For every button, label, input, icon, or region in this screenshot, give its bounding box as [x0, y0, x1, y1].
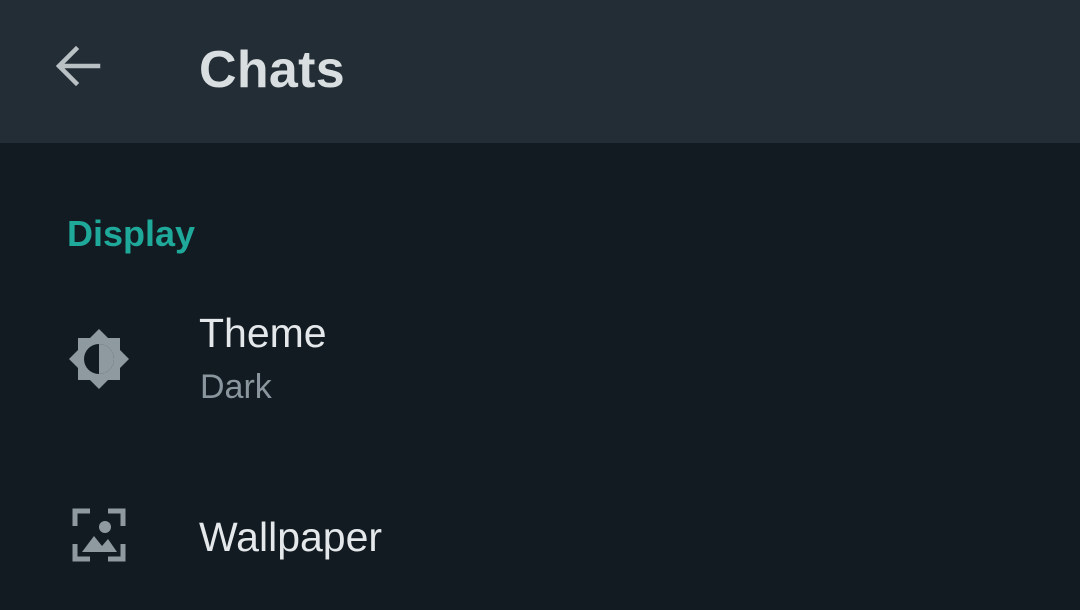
setting-item-theme[interactable]: Theme Dark — [0, 290, 1080, 440]
arrow-left-icon — [55, 45, 101, 87]
chat-settings-screen: Chats Display Theme Dark Wallpaper — [0, 0, 1080, 610]
setting-item-wallpaper[interactable]: Wallpaper — [0, 470, 1080, 610]
wallpaper-icon — [70, 506, 128, 564]
setting-value: Dark — [200, 368, 272, 406]
top-app-bar: Chats — [0, 0, 1080, 143]
brightness-icon — [66, 326, 132, 392]
section-header-display: Display — [67, 213, 196, 254]
setting-label: Theme — [199, 310, 327, 356]
setting-label: Wallpaper — [199, 514, 383, 560]
page-title: Chats — [199, 41, 345, 99]
back-button[interactable] — [42, 30, 114, 102]
